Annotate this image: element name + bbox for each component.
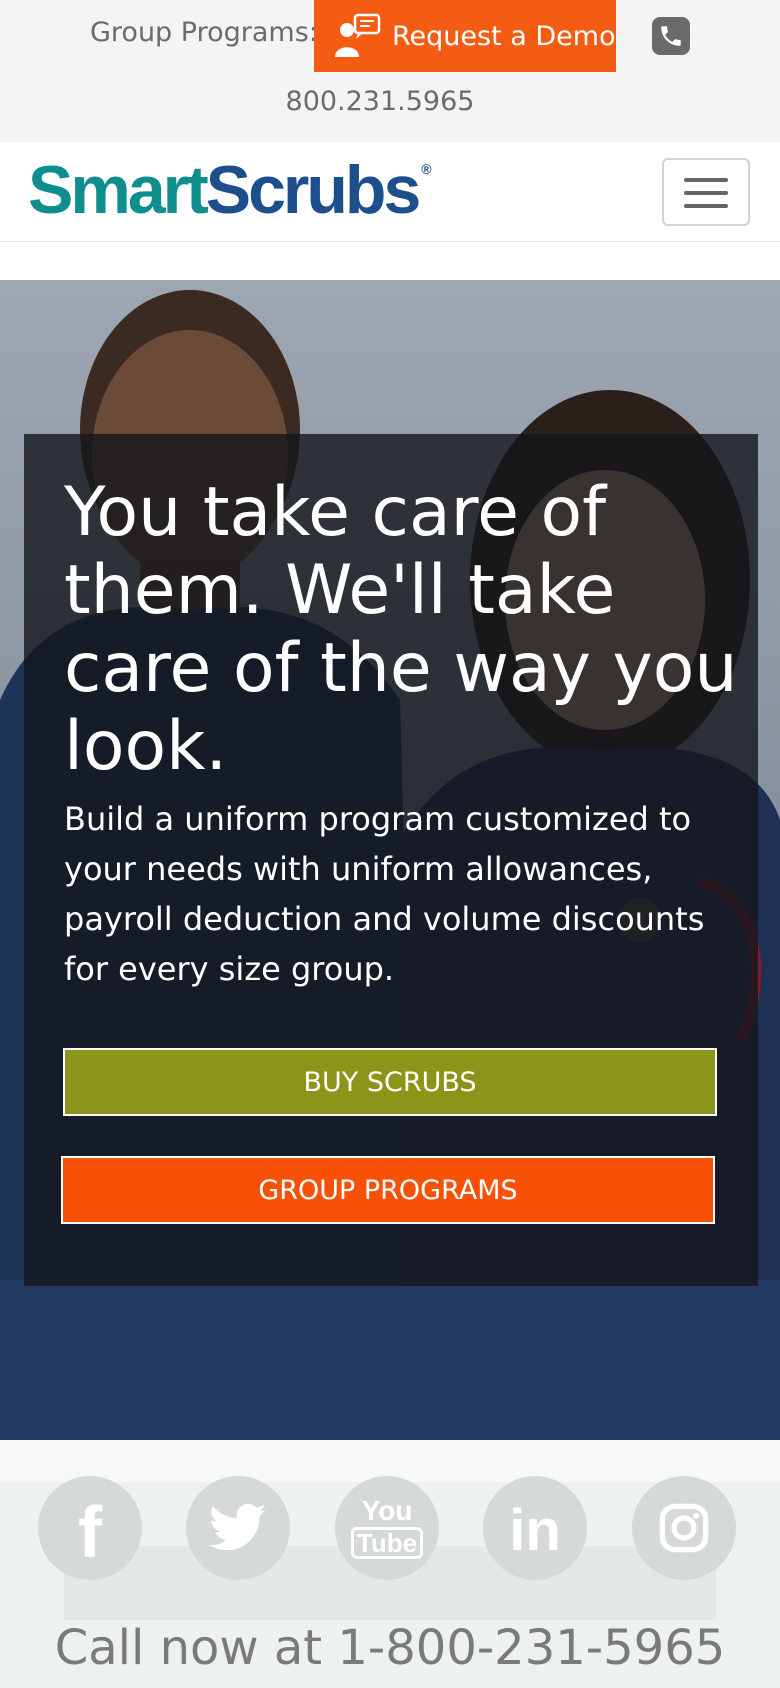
smartscrubs-logo[interactable]: SmartScrubs ® — [28, 156, 432, 224]
youtube-tube-text: Tube — [350, 1527, 424, 1559]
group-programs-label: Group Programs: — [90, 17, 318, 48]
hero-section: You take care of them. We'll take care o… — [0, 280, 780, 1440]
phone-icon — [661, 26, 681, 46]
twitter-icon[interactable] — [186, 1476, 290, 1580]
logo-word-smart: Smart — [28, 152, 209, 228]
buy-scrubs-button[interactable]: BUY SCRUBS — [63, 1048, 717, 1116]
hero-subheadline: Build a uniform program customized to yo… — [64, 800, 705, 988]
hamburger-icon-bar — [684, 204, 728, 208]
youtube-icon[interactable]: You Tube — [335, 1476, 439, 1580]
hamburger-icon-bar — [684, 178, 728, 182]
top-utility-bar: Group Programs: Request a Demo 800.231.5… — [0, 0, 780, 142]
request-demo-label: Request a Demo — [392, 20, 616, 52]
hamburger-icon-bar — [684, 191, 728, 195]
facebook-icon[interactable]: f — [38, 1476, 142, 1580]
hamburger-menu-button[interactable] — [662, 158, 750, 226]
group-programs-button[interactable]: GROUP PROGRAMS — [61, 1156, 715, 1224]
linkedin-icon[interactable]: in — [483, 1476, 587, 1580]
hero-headline: You take care of them. We'll take care o… — [64, 473, 738, 786]
hero-overlay-card: You take care of them. We'll take care o… — [24, 434, 758, 1286]
phone-button[interactable] — [652, 17, 690, 55]
phone-number[interactable]: 800.231.5965 — [0, 86, 760, 117]
youtube-glyph: You Tube — [350, 1495, 424, 1559]
request-demo-button[interactable]: Request a Demo — [314, 0, 616, 72]
twitter-bird-glyph — [209, 1504, 266, 1551]
presenter-chat-icon — [335, 13, 381, 57]
instagram-camera-glyph — [659, 1503, 709, 1553]
linkedin-glyph: in — [509, 1498, 561, 1563]
instagram-icon[interactable] — [632, 1476, 736, 1580]
site-header: SmartScrubs ® — [0, 142, 780, 242]
youtube-you-text: You — [361, 1495, 413, 1526]
registered-mark: ® — [421, 161, 432, 177]
call-now-text[interactable]: Call now at 1-800-231-5965 — [0, 1620, 780, 1676]
facebook-glyph: f — [78, 1493, 102, 1573]
logo-word-scrubs: Scrubs — [205, 152, 422, 228]
